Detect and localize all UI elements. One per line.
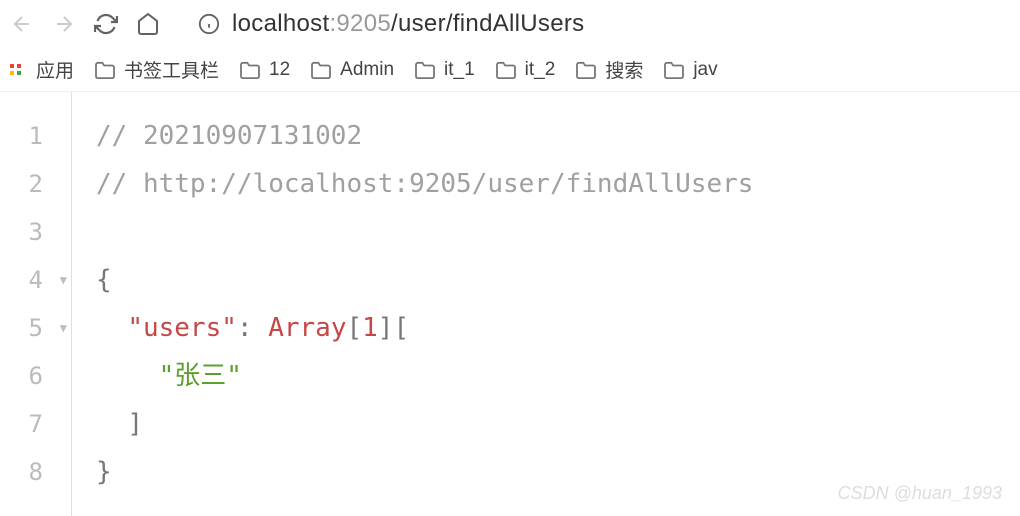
bracket: [ <box>393 313 409 343</box>
bookmark-label: it_2 <box>525 59 556 81</box>
brace-close: } <box>96 457 112 487</box>
code-line: // 20210907131002 <box>96 112 1000 160</box>
bookmark-label: 搜索 <box>605 56 643 83</box>
brace-open: { <box>96 265 112 295</box>
bracket-close: ] <box>127 409 143 439</box>
line-number: 7 <box>0 400 71 448</box>
code-line: "张三" <box>96 352 1000 400</box>
code-line <box>96 208 1000 256</box>
bookmark-folder-it2[interactable]: it_2 <box>495 59 556 81</box>
code-line: ] <box>96 400 1000 448</box>
apps-label: 应用 <box>36 56 74 83</box>
bookmark-folder-admin[interactable]: Admin <box>310 59 394 81</box>
bookmark-label: Admin <box>340 59 394 81</box>
bookmark-label: 12 <box>269 59 290 81</box>
bookmark-folder-toolbar[interactable]: 书签工具栏 <box>94 56 219 83</box>
bracket: ] <box>378 313 394 343</box>
apps-icon <box>10 64 28 75</box>
code-line: // http://localhost:9205/user/findAllUse… <box>96 160 1000 208</box>
code-line: { <box>96 256 1000 304</box>
apps-button[interactable]: 应用 <box>10 56 74 83</box>
folder-icon <box>575 61 597 79</box>
bookmark-label: 书签工具栏 <box>124 56 219 83</box>
array-type: Array <box>268 313 346 343</box>
folder-icon <box>663 61 685 79</box>
folder-icon <box>414 61 436 79</box>
code-content[interactable]: // 20210907131002 // http://localhost:92… <box>72 92 1020 516</box>
json-string: "张三" <box>159 361 242 391</box>
line-gutter: 1 2 3 4▼ 5▼ 6 7 8 <box>0 92 72 516</box>
bookmark-folder-search[interactable]: 搜索 <box>575 56 643 83</box>
json-key: "users" <box>127 313 237 343</box>
folder-icon <box>310 61 332 79</box>
bookmark-folder-jav[interactable]: jav <box>663 59 717 81</box>
line-number: 8 <box>0 448 71 496</box>
back-icon[interactable] <box>10 12 34 36</box>
folder-icon <box>94 61 116 79</box>
bookmark-folder-12[interactable]: 12 <box>239 59 290 81</box>
line-number: 1 <box>0 112 71 160</box>
url-path: /user/findAllUsers <box>391 10 584 37</box>
url-port: :9205 <box>329 10 391 37</box>
line-number: 6 <box>0 352 71 400</box>
info-icon[interactable] <box>198 13 220 35</box>
line-number: 4▼ <box>0 256 71 304</box>
line-number: 3 <box>0 208 71 256</box>
reload-icon[interactable] <box>94 12 118 36</box>
comment-prefix: // <box>96 121 143 151</box>
colon: : <box>237 313 268 343</box>
comment-timestamp: 20210907131002 <box>143 121 362 151</box>
bracket: [ <box>346 313 362 343</box>
browser-nav-bar: localhost:9205/user/findAllUsers <box>0 0 1020 48</box>
address-bar[interactable]: localhost:9205/user/findAllUsers <box>198 10 584 38</box>
folder-icon <box>239 61 261 79</box>
json-viewer: 1 2 3 4▼ 5▼ 6 7 8 // 20210907131002 // h… <box>0 92 1020 516</box>
bookmarks-bar: 应用 书签工具栏 12 Admin it_1 it_2 搜索 jav <box>0 48 1020 92</box>
watermark: CSDN @huan_1993 <box>838 483 1002 504</box>
url-display: localhost:9205/user/findAllUsers <box>232 10 584 38</box>
fold-icon[interactable]: ▼ <box>60 273 67 287</box>
code-line: "users": Array[1][ <box>96 304 1000 352</box>
bookmark-label: it_1 <box>444 59 475 81</box>
home-icon[interactable] <box>136 12 160 36</box>
line-number: 5▼ <box>0 304 71 352</box>
comment-prefix: // <box>96 169 143 199</box>
forward-icon[interactable] <box>52 12 76 36</box>
comment-url: http://localhost:9205/user/findAllUsers <box>143 169 753 199</box>
array-count: 1 <box>362 313 378 343</box>
folder-icon <box>495 61 517 79</box>
url-host: localhost <box>232 10 329 37</box>
bookmark-folder-it1[interactable]: it_1 <box>414 59 475 81</box>
line-number: 2 <box>0 160 71 208</box>
fold-icon[interactable]: ▼ <box>60 321 67 335</box>
bookmark-label: jav <box>693 59 717 81</box>
